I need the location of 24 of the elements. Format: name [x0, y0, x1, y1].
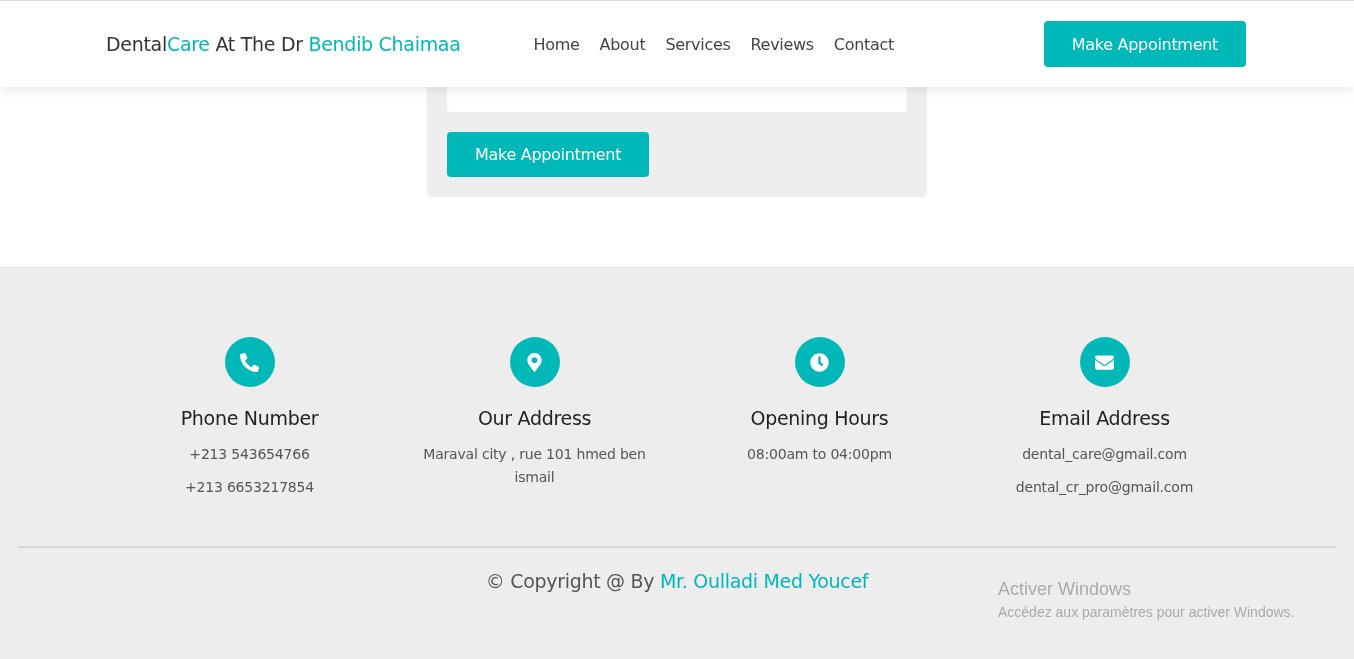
contact-title: Email Address: [1039, 407, 1170, 429]
nav-link[interactable]: Home: [533, 34, 580, 54]
contact-detail: 08:00am to 04:00pm: [747, 445, 892, 464]
contact-title: Our Address: [477, 407, 592, 429]
activation-title: Activer Windows: [998, 579, 1133, 600]
activation-text: Accédez aux paramètres pour activer Windows.: [998, 604, 1295, 620]
contact-detail: +213 543654766: [189, 445, 310, 464]
nav-link[interactable]: About: [599, 34, 646, 54]
contact-detail: Maraval city , rue 101 hmed ben ismail: [422, 445, 647, 487]
contact-title: Opening Hours: [750, 407, 889, 429]
contact-detail: dental_care@gmail.com: [1022, 445, 1187, 464]
contact-detail: +213 6653217854: [185, 478, 314, 497]
envelope-icon: [1079, 337, 1130, 387]
copyright-text: © Copyright @ By Mr. Oulladi Med Youcef: [485, 570, 869, 592]
map-pin-icon: [509, 337, 560, 387]
nav-link[interactable]: Reviews: [750, 34, 814, 54]
brand-logo[interactable]: DentalCare At The Dr Bendib Chaimaa: [106, 33, 461, 55]
contact-detail: dental_cr_pro@gmail.com: [1015, 478, 1194, 497]
clock-icon: [794, 337, 845, 387]
phone-icon: [224, 337, 275, 387]
contact-title: Phone Number: [180, 407, 319, 429]
nav-link[interactable]: Services: [665, 34, 731, 54]
date-field[interactable]: [447, 87, 907, 112]
nav-link[interactable]: Contact: [833, 34, 894, 54]
